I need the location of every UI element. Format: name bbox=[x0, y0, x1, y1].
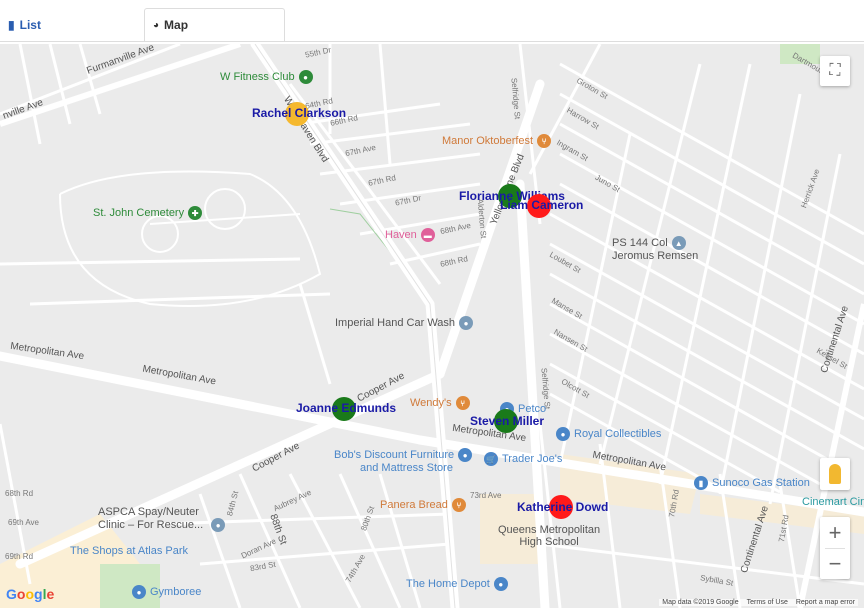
marker-label[interactable]: Katherine Dowd bbox=[517, 500, 608, 514]
poi-label: Clinic – For Rescue... bbox=[98, 519, 204, 531]
marker-label[interactable]: Rachel Clarkson bbox=[252, 106, 346, 120]
poi-sunoco[interactable]: ▮ Sunoco Gas Station bbox=[694, 476, 810, 490]
poi-label: St. John Cemetery bbox=[93, 207, 185, 219]
shopping-pin-icon: ● bbox=[458, 448, 473, 462]
cemetery-pin-icon: ✚ bbox=[188, 206, 203, 220]
street-label: 69th Ave bbox=[8, 518, 39, 527]
poi-queens-hs[interactable]: Queens Metropolitan High School bbox=[498, 524, 600, 548]
pegman-icon[interactable] bbox=[820, 458, 850, 490]
street-label: 73rd Ave bbox=[470, 491, 502, 500]
poi-label: Haven bbox=[385, 229, 417, 241]
tab-list[interactable]: ▮ List bbox=[8, 8, 41, 42]
poi-imperial[interactable]: Imperial Hand Car Wash ● bbox=[335, 316, 474, 330]
poi-label: Gymboree bbox=[150, 586, 202, 598]
zoom-in-button[interactable]: + bbox=[829, 518, 842, 548]
fullscreen-icon[interactable]: ⛶ bbox=[820, 56, 850, 86]
poi-label: Cinemart Cin bbox=[802, 496, 864, 508]
zoom-out-button[interactable]: − bbox=[829, 549, 842, 579]
marker-label[interactable]: Steven Miller bbox=[470, 414, 544, 428]
poi-ps144[interactable]: PS 144 Col ▲ Jeromus Remsen bbox=[612, 236, 698, 262]
map-data-text: Map data ©2019 Google bbox=[662, 599, 739, 606]
vet-pin-icon: ● bbox=[211, 518, 226, 532]
poi-panera[interactable]: Panera Bread ⑂ bbox=[380, 498, 466, 512]
poi-label: High School bbox=[519, 536, 579, 548]
street-label: 69th Rd bbox=[5, 552, 34, 561]
shopping-pin-icon: ● bbox=[132, 585, 146, 599]
shopping-pin-icon: ● bbox=[556, 427, 570, 441]
poi-label: and Mattress Store bbox=[360, 462, 453, 474]
tab-map[interactable]: ◕ Map bbox=[144, 8, 285, 42]
poi-label: Trader Joe's bbox=[502, 453, 563, 465]
poi-wendys[interactable]: Wendy's ⑂ bbox=[410, 396, 470, 410]
poi-label: Imperial Hand Car Wash bbox=[335, 317, 456, 329]
tab-divider bbox=[0, 41, 864, 42]
google-logo[interactable]: Google bbox=[6, 586, 54, 602]
cart-pin-icon: 🛒 bbox=[484, 452, 498, 466]
poi-label: Panera Bread bbox=[380, 499, 448, 511]
shopping-pin-icon: ● bbox=[493, 577, 508, 591]
gas-pin-icon: ▮ bbox=[694, 476, 708, 490]
poi-label: ASPCA Spay/Neuter bbox=[98, 506, 199, 518]
hotel-pin-icon: ▬ bbox=[420, 228, 435, 242]
poi-shops-atlas[interactable]: The Shops at Atlas Park bbox=[70, 545, 188, 557]
zoom-controls: + − bbox=[820, 517, 850, 579]
school-pin-icon: ▲ bbox=[671, 236, 686, 250]
poi-gymboree[interactable]: ● Gymboree bbox=[132, 585, 201, 599]
poi-label: Jeromus Remsen bbox=[612, 250, 699, 262]
tab-bar: ▮ List ◕ Map bbox=[0, 0, 864, 42]
poi-trader[interactable]: 🛒 Trader Joe's bbox=[484, 452, 562, 466]
terms-link[interactable]: Terms of Use bbox=[747, 599, 788, 606]
poi-label: Queens Metropolitan bbox=[498, 524, 601, 536]
poi-cinemart[interactable]: Cinemart Cin bbox=[802, 496, 864, 508]
map-canvas[interactable]: Furmanville Ave nville Ave Woodhaven Blv… bbox=[0, 44, 864, 608]
fitness-pin-icon: ● bbox=[298, 70, 313, 84]
report-link[interactable]: Report a map error bbox=[796, 599, 855, 606]
poi-label: W Fitness Club bbox=[220, 71, 295, 83]
tab-map-label: Map bbox=[164, 18, 189, 32]
poi-label: Wendy's bbox=[410, 397, 452, 409]
cafe-pin-icon: ⑂ bbox=[451, 498, 466, 512]
poi-label: Bob's Discount Furniture bbox=[334, 449, 455, 461]
poi-home-depot[interactable]: The Home Depot ● bbox=[406, 577, 508, 591]
poi-aspca[interactable]: ASPCA Spay/Neuter Clinic – For Rescue...… bbox=[98, 506, 226, 532]
poi-label: The Shops at Atlas Park bbox=[70, 545, 189, 557]
marker-label[interactable]: Joanne Edmunds bbox=[296, 401, 396, 415]
tab-list-label: List bbox=[19, 18, 41, 32]
poi-haven[interactable]: Haven ▬ bbox=[385, 228, 435, 242]
poi-label: PS 144 Col bbox=[612, 237, 668, 249]
marker-label[interactable]: Liam Cameron bbox=[500, 198, 583, 212]
restaurant-pin-icon: ⑂ bbox=[455, 396, 470, 410]
poi-label: The Home Depot bbox=[406, 578, 490, 590]
restaurant-pin-icon: ⑂ bbox=[537, 134, 552, 148]
poi-label: Sunoco Gas Station bbox=[712, 477, 810, 489]
poi-label: Manor Oktoberfest bbox=[442, 135, 534, 147]
globe-icon: ◕ bbox=[153, 19, 160, 31]
poi-bobs[interactable]: Bob's Discount Furniture ● and Mattress S… bbox=[334, 448, 473, 474]
poi-w-fitness[interactable]: W Fitness Club ● bbox=[220, 70, 313, 84]
poi-label: Royal Collectibles bbox=[574, 428, 662, 440]
poi-st-john[interactable]: St. John Cemetery ✚ bbox=[93, 206, 203, 220]
poi-manor[interactable]: Manor Oktoberfest ⑂ bbox=[442, 134, 552, 148]
car-wash-pin-icon: ● bbox=[459, 316, 474, 330]
street-label: 68th Rd bbox=[5, 489, 34, 498]
list-icon: ▮ bbox=[8, 18, 15, 32]
poi-royal[interactable]: ● Royal Collectibles bbox=[556, 427, 661, 441]
map-footer: Map data ©2019 Google Terms of Use Repor… bbox=[659, 599, 858, 606]
